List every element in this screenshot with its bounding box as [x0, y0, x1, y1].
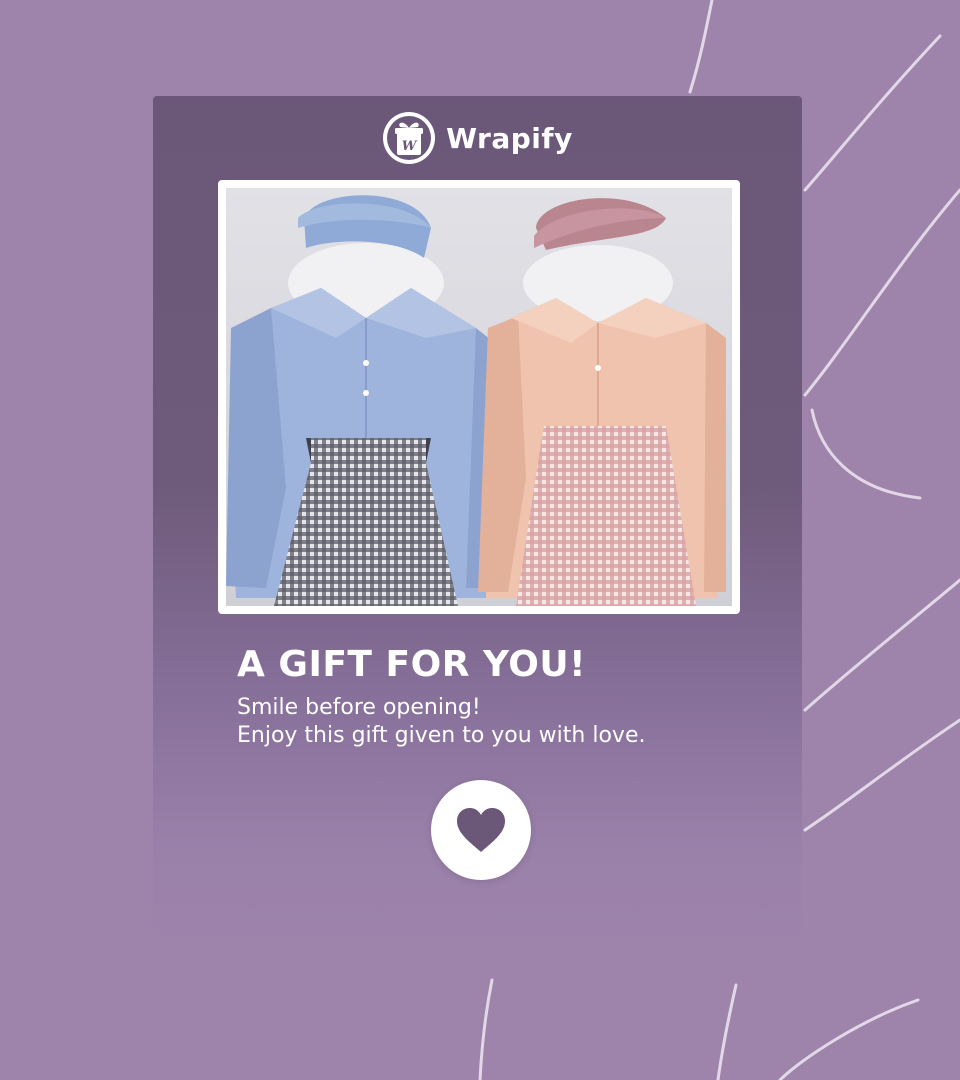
gift-message-line-2: Enjoy this gift given to you with love. [237, 723, 646, 748]
gift-headline: A GIFT FOR YOU! [237, 644, 587, 685]
outfit-photo [226, 188, 732, 606]
gift-screen: W Wrapify A GIFT FOR YOU! Smile before o… [0, 0, 960, 1080]
gift-card: W Wrapify A GIFT FOR YOU! Smile before o… [153, 96, 802, 956]
brand-name: Wrapify [446, 121, 573, 155]
heart-button[interactable] [431, 780, 531, 880]
heart-icon [457, 808, 505, 852]
brand-header: W Wrapify [153, 110, 802, 166]
gift-photo-frame [218, 180, 740, 614]
gift-box-logo-icon: W [383, 112, 436, 164]
svg-text:W: W [402, 139, 418, 154]
gift-message-line-1: Smile before opening! [237, 695, 481, 720]
